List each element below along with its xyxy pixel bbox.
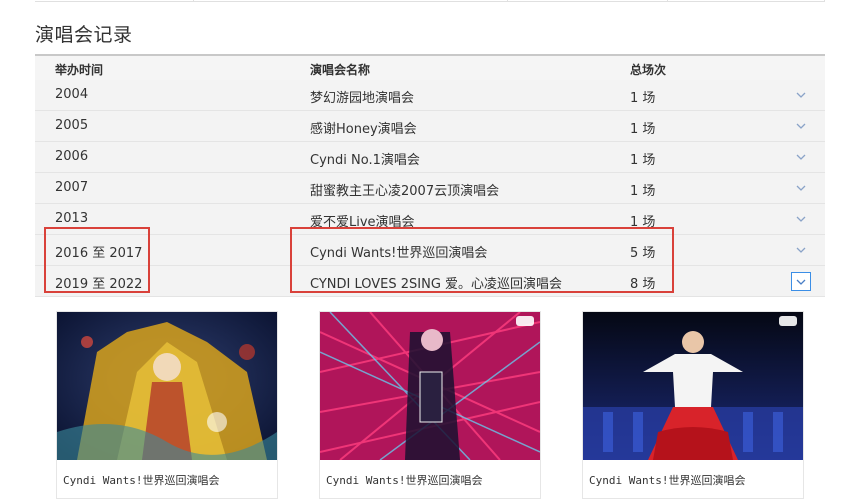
chevron-down-icon[interactable] [793,180,809,196]
row-name: Cyndi No.1演唱会 [310,153,420,168]
concert-photo [583,312,803,460]
header-name: 演唱会名称 [310,63,371,77]
concert-photo [320,312,540,460]
row-time: 2007 [55,180,89,195]
header-time: 举办时间 [55,63,104,77]
row-count: 1 场 [630,91,656,106]
table-row[interactable]: 2005 感谢Honey演唱会 1 场 [35,111,825,142]
chevron-down-icon[interactable] [793,242,809,258]
concert-photo [57,312,277,460]
chevron-down-icon[interactable] [793,118,809,134]
chevron-down-icon[interactable] [793,211,809,227]
row-count: 1 场 [630,122,656,137]
card-caption: Cyndi Wants!世界巡回演唱会 [589,474,746,487]
row-name: 梦幻游园地演唱会 [310,91,415,106]
row-name: 感谢Honey演唱会 [310,122,417,137]
top-divider [35,0,825,2]
row-count: 1 场 [630,184,656,199]
photo-cards: Cyndi Wants!世界巡回演唱会 Cyndi Wants!世界巡回演唱会 … [56,311,816,499]
row-time: 2005 [55,118,89,133]
photo-card[interactable]: Cyndi Wants!世界巡回演唱会 [582,311,804,499]
chevron-down-icon[interactable] [793,87,809,103]
card-caption: Cyndi Wants!世界巡回演唱会 [63,474,220,487]
row-time: 2013 [55,211,89,226]
table-row[interactable]: 2007 甜蜜教主王心凌2007云顶演唱会 1 场 [35,173,825,204]
header-count: 总场次 [630,63,667,77]
row-count: 1 场 [630,153,656,168]
photo-card[interactable]: Cyndi Wants!世界巡回演唱会 [319,311,541,499]
section-title: 演唱会记录 [35,24,133,46]
card-caption: Cyndi Wants!世界巡回演唱会 [326,474,483,487]
chevron-down-icon[interactable] [793,149,809,165]
table-row[interactable]: 2006 Cyndi No.1演唱会 1 场 [35,142,825,173]
table-header: 举办时间 演唱会名称 总场次 [35,56,825,80]
row-time: 2006 [55,149,89,164]
table-row[interactable]: 2004 梦幻游园地演唱会 1 场 [35,80,825,111]
row-time: 2004 [55,87,89,102]
photo-card[interactable]: Cyndi Wants!世界巡回演唱会 [56,311,278,499]
row-name: 甜蜜教主王心凌2007云顶演唱会 [310,184,500,199]
highlight-box-name-count [290,227,674,293]
highlight-box-time [44,227,150,293]
chevron-down-icon[interactable] [791,272,811,291]
